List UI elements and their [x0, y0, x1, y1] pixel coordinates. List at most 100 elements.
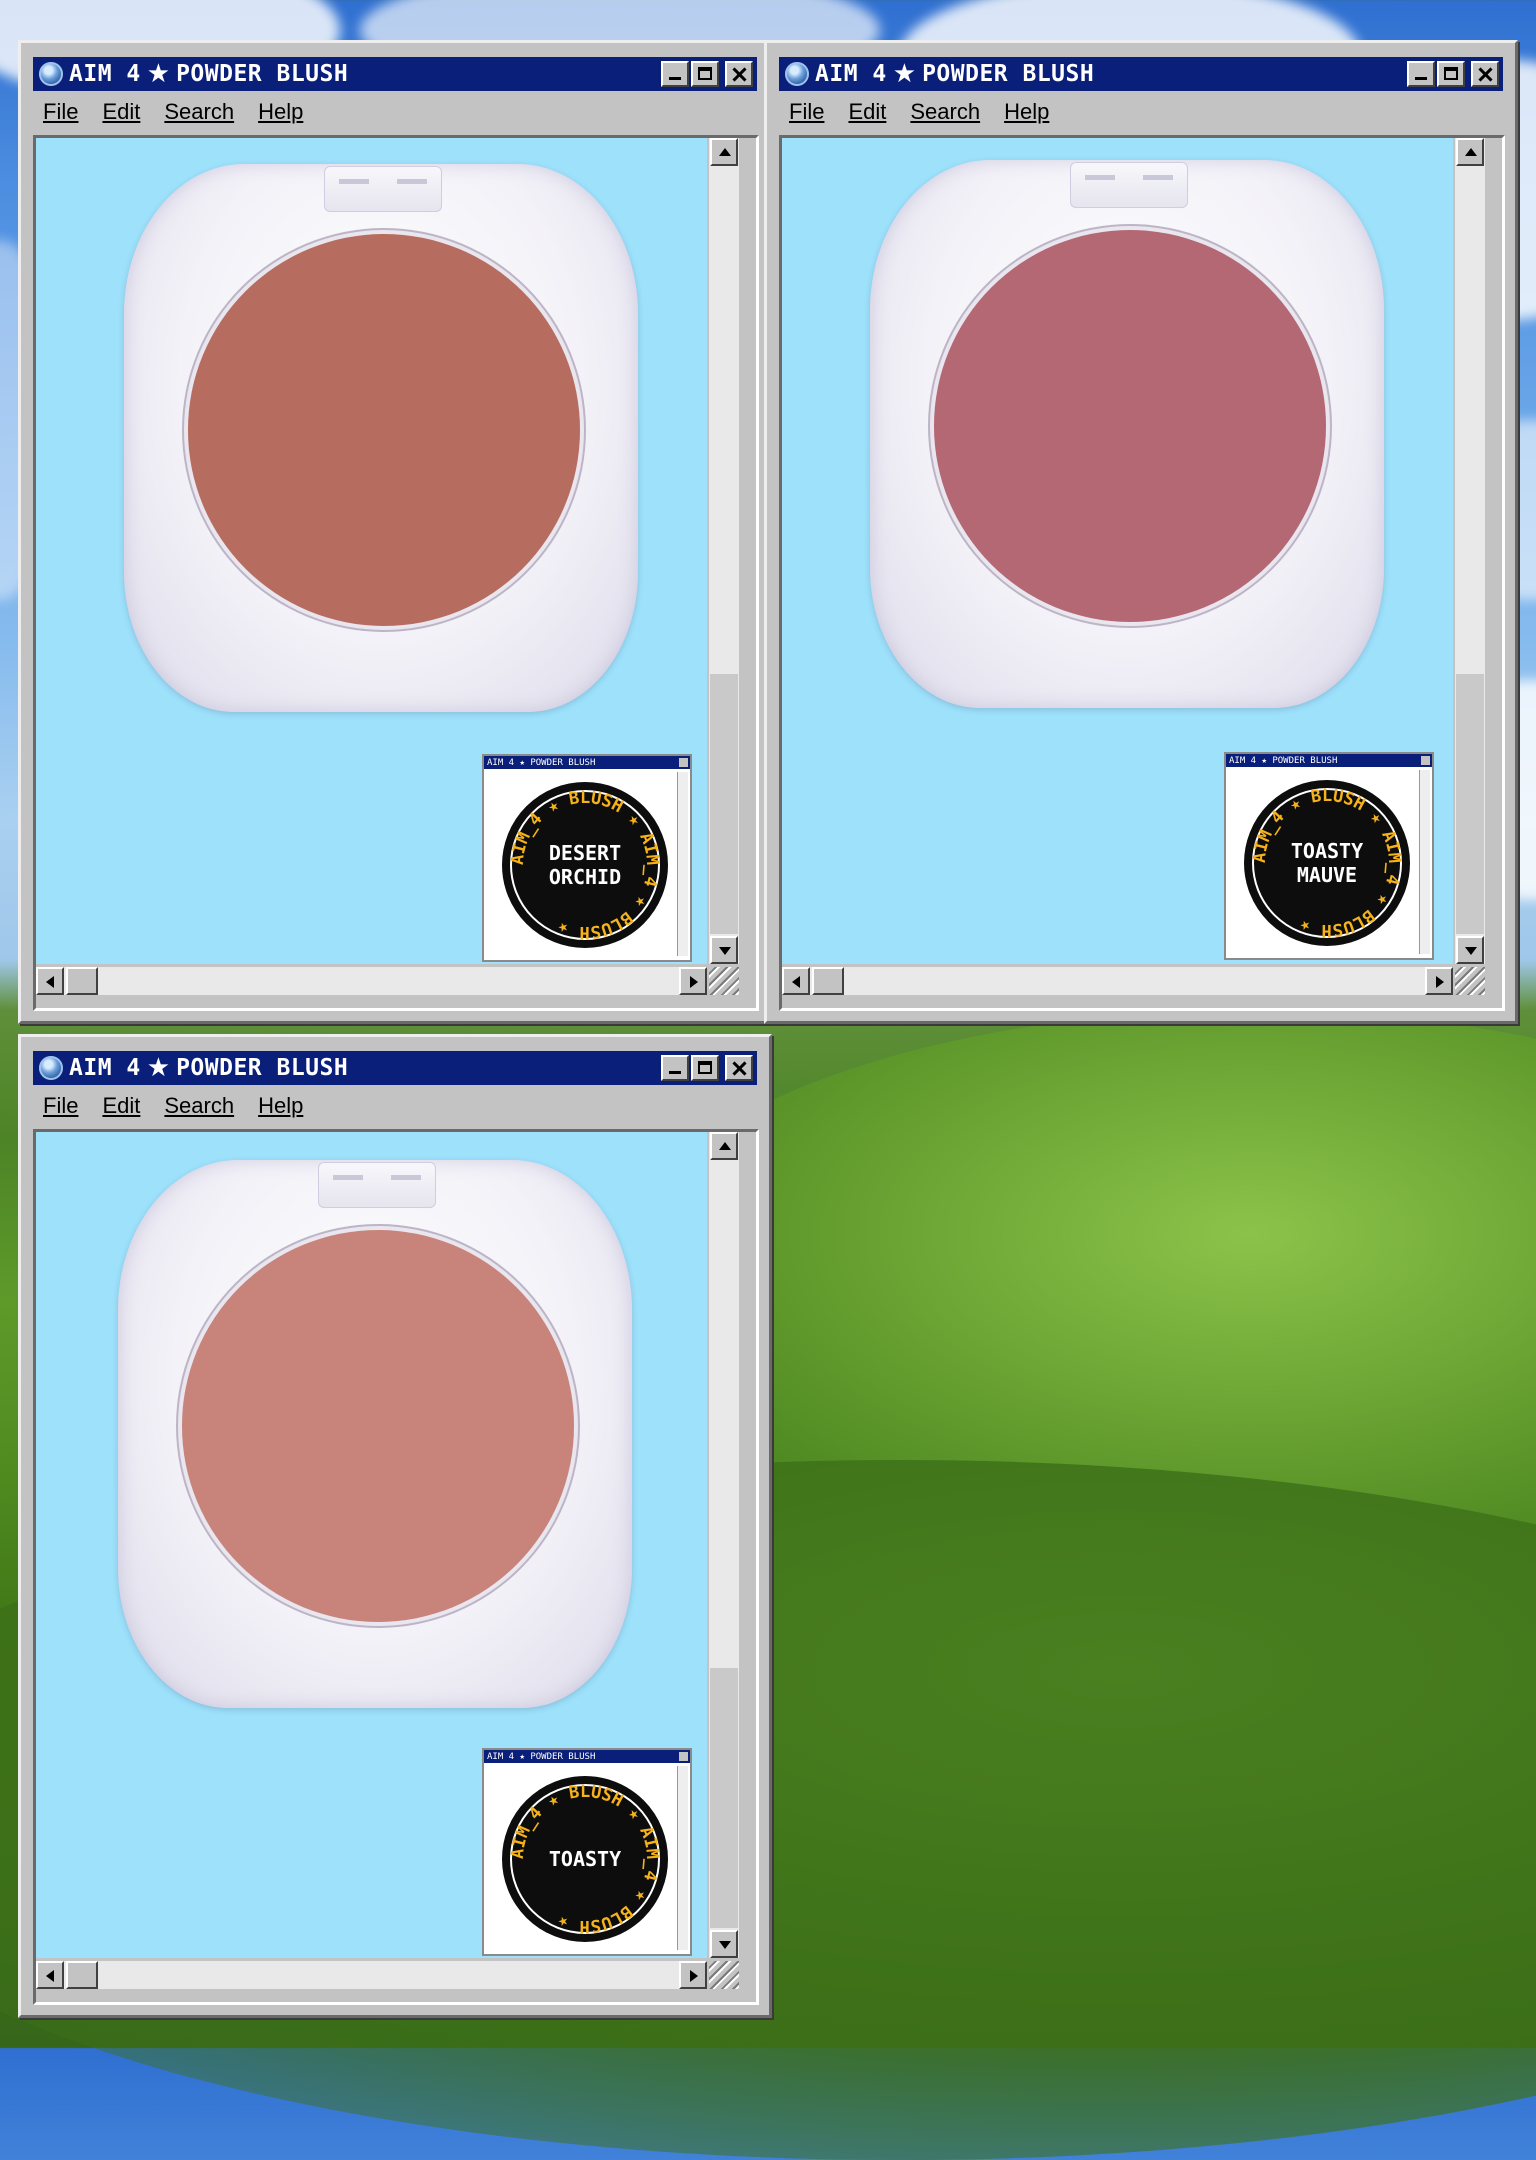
- scroll-down-button[interactable]: [710, 936, 738, 964]
- vertical-scroll-thumb[interactable]: [710, 674, 738, 934]
- resize-grip[interactable]: [1455, 967, 1485, 995]
- menu-search[interactable]: Search: [910, 99, 980, 125]
- scroll-up-button[interactable]: [710, 138, 738, 166]
- mini-window[interactable]: AIM 4 ★ POWDER BLUSH AIM_4 ★ BLUSH ★ AIM…: [482, 754, 692, 962]
- compact-hinge: [324, 166, 442, 212]
- window-toasty[interactable]: AIM 4 ★ POWDER BLUSH File Edit Search He…: [18, 1034, 772, 2018]
- vertical-scroll-thumb[interactable]: [710, 1668, 738, 1928]
- menu-edit-label: Edit: [102, 99, 141, 124]
- menu-bar: File Edit Search Help: [33, 95, 757, 129]
- scroll-left-button[interactable]: [782, 967, 810, 995]
- window-desert-orchid[interactable]: AIM 4 ★ POWDER BLUSH File Edit Search He…: [18, 40, 772, 1024]
- star-icon: ★: [146, 59, 171, 89]
- menu-file[interactable]: File: [43, 1093, 78, 1119]
- window-toasty-mauve[interactable]: AIM 4 ★ POWDER BLUSH File Edit Search He…: [764, 40, 1518, 1024]
- horizontal-scroll-thumb[interactable]: [812, 967, 844, 995]
- close-button[interactable]: [725, 1055, 753, 1081]
- mini-title-bar: AIM 4 ★ POWDER BLUSH: [484, 1750, 690, 1763]
- horizontal-scrollbar[interactable]: [782, 967, 1453, 995]
- window-title-suffix: POWDER BLUSH: [176, 1055, 349, 1081]
- blush-compact-image: [118, 1160, 632, 1708]
- menu-file[interactable]: File: [789, 99, 824, 125]
- scroll-up-button[interactable]: [710, 1132, 738, 1160]
- scroll-down-button[interactable]: [1456, 936, 1484, 964]
- menu-help-label: Help: [1004, 99, 1050, 124]
- shade-name-line2: MAUVE: [1297, 863, 1357, 887]
- window-title: AIM 4: [815, 61, 887, 87]
- blush-pan: [934, 230, 1326, 622]
- vertical-scrollbar[interactable]: [709, 1132, 739, 1958]
- menu-edit-label: Edit: [848, 99, 887, 124]
- horizontal-scroll-thumb[interactable]: [66, 967, 98, 995]
- mini-window[interactable]: AIM 4 ★ POWDER BLUSH AIM_4 ★ BLUSH ★ AIM…: [1224, 752, 1434, 960]
- menu-help-label: Help: [258, 1093, 304, 1118]
- resize-grip[interactable]: [709, 1961, 739, 1989]
- vertical-scrollbar[interactable]: [709, 138, 739, 964]
- mini-title-bar: AIM 4 ★ POWDER BLUSH: [484, 756, 690, 769]
- scroll-right-button[interactable]: [679, 967, 707, 995]
- star-icon: ★: [892, 59, 917, 89]
- scroll-left-button[interactable]: [36, 967, 64, 995]
- menu-help[interactable]: Help: [258, 1093, 303, 1119]
- minimize-button[interactable]: [661, 61, 689, 87]
- close-button[interactable]: [1471, 61, 1499, 87]
- mini-scrollbar[interactable]: [677, 772, 688, 956]
- minimize-button[interactable]: [1407, 61, 1435, 87]
- menu-edit[interactable]: Edit: [848, 99, 886, 125]
- aim-app-icon: [39, 1056, 63, 1080]
- title-bar[interactable]: AIM 4 ★ POWDER BLUSH: [33, 1051, 757, 1085]
- scroll-right-button[interactable]: [1425, 967, 1453, 995]
- window-title: AIM 4: [69, 61, 141, 87]
- minimize-button[interactable]: [661, 1055, 689, 1081]
- maximize-button[interactable]: [691, 1055, 719, 1081]
- maximize-button[interactable]: [691, 61, 719, 87]
- content-viewport: AIM 4 ★ POWDER BLUSH AIM_4 ★ BLUSH ★ AIM…: [36, 138, 707, 964]
- mini-scrollbar[interactable]: [1419, 770, 1430, 954]
- mini-close-icon[interactable]: [679, 1752, 688, 1761]
- star-icon: ★: [146, 1053, 171, 1083]
- horizontal-scrollbar[interactable]: [36, 967, 707, 995]
- aim-app-icon: [39, 62, 63, 86]
- shade-seal-badge: AIM_4 ★ BLUSH ★ AIM_4 ★ BLUSH ★ TOASTY M…: [1242, 778, 1412, 948]
- mini-scrollbar[interactable]: [677, 1766, 688, 1950]
- vertical-scrollbar[interactable]: [1455, 138, 1485, 964]
- menu-search[interactable]: Search: [164, 1093, 234, 1119]
- mini-title-text: AIM 4 ★ POWDER BLUSH: [487, 757, 596, 768]
- menu-help[interactable]: Help: [258, 99, 303, 125]
- menu-file[interactable]: File: [43, 99, 78, 125]
- menu-search-label: Search: [910, 99, 981, 124]
- mini-close-icon[interactable]: [1421, 756, 1430, 765]
- shade-seal-badge: AIM_4 ★ BLUSH ★ AIM_4 ★ BLUSH ★ TOASTY: [500, 1774, 670, 1944]
- menu-edit[interactable]: Edit: [102, 1093, 140, 1119]
- maximize-button[interactable]: [1437, 61, 1465, 87]
- vertical-scroll-thumb[interactable]: [1456, 674, 1484, 934]
- window-client-area: AIM 4 ★ POWDER BLUSH AIM_4 ★ BLUSH ★ AIM…: [33, 1129, 759, 2005]
- scroll-down-button[interactable]: [710, 1930, 738, 1958]
- scroll-left-button[interactable]: [36, 1961, 64, 1989]
- compact-hinge: [1070, 162, 1188, 208]
- close-button[interactable]: [725, 61, 753, 87]
- blush-pan: [188, 234, 580, 626]
- resize-grip[interactable]: [709, 967, 739, 995]
- menu-search[interactable]: Search: [164, 99, 234, 125]
- scroll-up-button[interactable]: [1456, 138, 1484, 166]
- window-title: AIM 4: [69, 1055, 141, 1081]
- content-viewport: AIM 4 ★ POWDER BLUSH AIM_4 ★ BLUSH ★ AIM…: [36, 1132, 707, 1958]
- menu-edit-label: Edit: [102, 1093, 141, 1118]
- horizontal-scrollbar[interactable]: [36, 1961, 707, 1989]
- menu-file-label: File: [43, 99, 79, 124]
- mini-close-icon[interactable]: [679, 758, 688, 767]
- menu-edit[interactable]: Edit: [102, 99, 140, 125]
- shade-seal-badge: AIM_4 ★ BLUSH ★ AIM_4 ★ BLUSH ★ DESERT O…: [500, 780, 670, 950]
- shade-name-line1: TOASTY: [1291, 839, 1363, 863]
- mini-title-text: AIM 4 ★ POWDER BLUSH: [1229, 755, 1338, 766]
- aim-app-icon: [785, 62, 809, 86]
- title-bar[interactable]: AIM 4 ★ POWDER BLUSH: [779, 57, 1503, 91]
- menu-help[interactable]: Help: [1004, 99, 1049, 125]
- horizontal-scroll-thumb[interactable]: [66, 1961, 98, 1989]
- title-bar[interactable]: AIM 4 ★ POWDER BLUSH: [33, 57, 757, 91]
- shade-name-line1: DESERT: [549, 841, 621, 865]
- scroll-right-button[interactable]: [679, 1961, 707, 1989]
- mini-window[interactable]: AIM 4 ★ POWDER BLUSH AIM_4 ★ BLUSH ★ AIM…: [482, 1748, 692, 1956]
- shade-name-line2: ORCHID: [549, 865, 621, 889]
